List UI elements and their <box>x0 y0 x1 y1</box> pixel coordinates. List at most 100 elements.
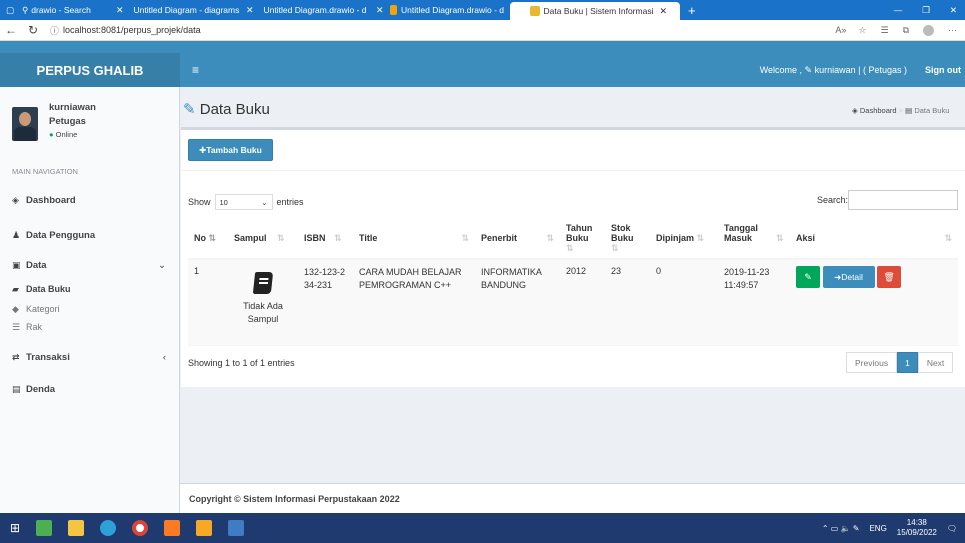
more-icon[interactable]: ··· <box>948 25 957 35</box>
add-book-button[interactable]: ✚ Tambah Buku <box>188 139 273 161</box>
collections-icon[interactable]: ⧉ <box>903 25 909 36</box>
box-divider <box>181 170 965 171</box>
minimize-icon[interactable]: — <box>894 5 903 15</box>
sidebar-item-rak[interactable]: ☰ Rak <box>0 319 180 335</box>
signout-link[interactable]: Sign out <box>925 65 961 75</box>
welcome-label: Welcome , <box>759 64 805 75</box>
sidebar-item-dashboard[interactable]: ◈ Dashboard <box>0 190 180 210</box>
new-tab-icon[interactable]: + <box>688 3 696 18</box>
sidebar-item-pengguna[interactable]: ♟ Data Pengguna <box>0 225 180 245</box>
menu-toggle-icon[interactable]: ≡ <box>192 63 199 77</box>
search-input[interactable] <box>848 190 958 210</box>
edit-button[interactable]: ✎ <box>796 266 820 288</box>
app-icon[interactable] <box>36 520 53 536</box>
sidebar-label: Denda <box>26 383 56 395</box>
th-tanggal[interactable]: Tanggal Masuk ⇅ <box>718 219 790 259</box>
restore-icon[interactable]: ❐ <box>922 5 930 16</box>
browser-tab-bar: ▢ ⚲ drawio - Search ✕ Untitled Diagram - di… <box>0 0 965 20</box>
page-button[interactable]: 1 <box>897 352 918 373</box>
sidebar-item-data[interactable]: ▣ Data ⌄ <box>0 255 180 275</box>
search-icon: ⚲ <box>22 4 29 15</box>
photos-icon[interactable] <box>228 520 245 536</box>
profile-icon[interactable] <box>923 24 934 36</box>
entries-value: 10 <box>219 197 228 207</box>
th-stok[interactable]: Stok Buku⇅ <box>605 219 650 259</box>
prev-button[interactable]: Previous <box>846 352 898 373</box>
xampp-icon[interactable] <box>164 520 181 536</box>
breadcrumb-home[interactable]: Dashboard <box>860 106 897 115</box>
refresh-icon[interactable]: ↻ <box>22 23 44 37</box>
th-dipinjam[interactable]: Dipinjam ⇅ <box>650 219 718 259</box>
windows-start-icon[interactable]: ⊞ <box>10 521 20 535</box>
tray-icons[interactable]: ⌃ ▭ 🔈 ✎ <box>822 524 860 533</box>
browser-tab[interactable]: ✕ Untitled Diagram.drawio - d <box>240 0 370 20</box>
sidebar-item-kategori[interactable]: ◆ Kategori <box>0 301 180 317</box>
url-field[interactable]: localhost:8081/perpus_projek/data <box>63 25 201 35</box>
file-explorer-icon[interactable] <box>68 520 85 536</box>
close-icon[interactable]: ✕ <box>246 5 254 16</box>
money-icon: ▤ <box>12 383 21 394</box>
drawio-icon <box>389 5 398 15</box>
browser-tab[interactable]: ✕ Untitled Diagram.drawio - d <box>370 0 510 20</box>
sidebar-label: Data Pengguna <box>26 229 96 241</box>
app-logo[interactable]: PERPUS GHALIB <box>0 53 180 87</box>
th-isbn[interactable]: ISBN ⇅ <box>298 219 353 259</box>
back-icon[interactable]: ← <box>0 23 22 37</box>
clock-date: 15/09/2022 <box>896 528 937 537</box>
table-row: 1 Tidak Ada Sampul 132-123-234-231 CARA … <box>188 259 958 345</box>
entries-select[interactable]: 10 ⌄ <box>214 194 273 210</box>
header-label: Title <box>359 233 378 243</box>
browser-tab[interactable]: ✕ Untitled Diagram - diagrams. <box>110 0 240 20</box>
detail-button[interactable]: ➜ Detail <box>822 266 875 288</box>
sort-icon: ⇅ <box>277 233 285 243</box>
clock[interactable]: 14:38 15/09/2022 <box>897 518 937 538</box>
close-icon[interactable]: ✕ <box>659 6 667 17</box>
show-label: Show <box>188 197 211 207</box>
notification-icon[interactable]: 🗨 <box>947 524 957 533</box>
edge-icon[interactable] <box>100 520 117 536</box>
edit-icon: ✎ <box>804 64 813 75</box>
language-indicator[interactable]: ENG <box>869 524 886 533</box>
delete-button[interactable]: 🗑 <box>877 266 902 288</box>
chevron-down-icon: ⌄ <box>261 197 268 207</box>
close-window-icon[interactable]: ✕ <box>950 5 957 16</box>
trash-icon: 🗑 <box>883 271 895 282</box>
sidebar-item-data-buku[interactable]: ▰ Data Buku <box>0 279 180 299</box>
welcome-text: Welcome , ✎ kurniawan | ( Petugas ) <box>760 65 907 76</box>
header-label: Sampul <box>234 233 267 243</box>
th-tahun[interactable]: Tahun Buku⇅ <box>560 219 605 259</box>
sublime-icon[interactable] <box>196 520 213 536</box>
sidebar-item-transaksi[interactable]: ⇄ Transaksi ‹ <box>0 347 180 367</box>
th-title[interactable]: Title ⇅ <box>353 219 475 259</box>
sort-icon: ⇅ <box>611 243 619 253</box>
close-icon[interactable]: ✕ <box>376 5 384 16</box>
online-status: ● Online <box>49 130 77 139</box>
next-button[interactable]: Next <box>917 352 954 373</box>
chrome-icon[interactable] <box>132 520 149 536</box>
breadcrumb: ◈ Dashboard > ▤ Data Buku <box>852 106 950 115</box>
dashboard-icon: ◈ <box>12 194 19 205</box>
avatar <box>12 107 38 141</box>
cell-isbn: 132-123-234-231 <box>304 267 346 290</box>
th-no[interactable]: No ⇅ <box>188 219 228 259</box>
sidebar-item-denda[interactable]: ▤ Denda <box>0 379 180 399</box>
address-bar: ← ↻ ⓘ localhost:8081/perpus_projek/data … <box>0 20 965 41</box>
sort-asc-icon: ⇅ <box>208 233 217 243</box>
th-sampul[interactable]: Sampul ⇅ <box>228 219 298 259</box>
close-icon[interactable]: ✕ <box>516 6 524 17</box>
th-penerbit[interactable]: Penerbit ⇅ <box>475 219 560 259</box>
browser-tab[interactable]: ▢ ⚲ drawio - Search <box>0 0 110 20</box>
favorite-icon[interactable]: ☆ <box>858 25 866 36</box>
exchange-icon: ⇄ <box>12 351 20 362</box>
no-cover-text: Tidak Ada Sampul <box>243 301 283 324</box>
entries-label: entries <box>276 197 304 207</box>
browser-tab-active[interactable]: ✕ Data Buku | Sistem Informasi ✕ <box>510 2 680 20</box>
search-label: Search: <box>817 195 849 205</box>
favorites-list-icon[interactable]: ☰ <box>880 25 888 36</box>
sidebar-label: Rak <box>26 322 43 332</box>
close-icon[interactable]: ✕ <box>116 5 124 16</box>
chevron-left-icon: ‹ <box>162 351 166 363</box>
tab-label: drawio - Search <box>31 5 91 15</box>
read-aloud-icon[interactable]: A» <box>835 25 846 35</box>
th-aksi[interactable]: Aksi ⇅ <box>790 219 958 259</box>
